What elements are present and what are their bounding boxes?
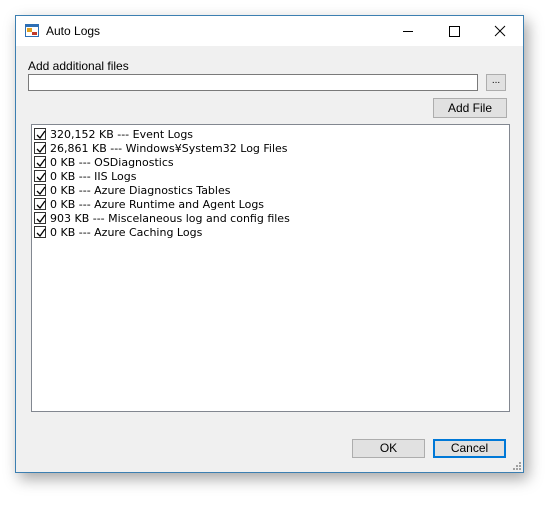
list-item-label: 26,861 KB --- Windows¥System32 Log Files [50, 141, 288, 155]
checkmark-icon [36, 158, 46, 168]
checkbox[interactable] [34, 198, 46, 210]
checkmark-icon [36, 186, 46, 196]
title-bar[interactable]: Auto Logs [16, 16, 523, 46]
checkmark-icon [36, 172, 46, 182]
list-item[interactable]: 0 KB --- OSDiagnostics [34, 155, 174, 169]
minimize-icon [403, 31, 413, 32]
list-item[interactable]: 0 KB --- Azure Caching Logs [34, 225, 202, 239]
checkmark-icon [36, 200, 46, 210]
checkbox[interactable] [34, 184, 46, 196]
ok-button[interactable]: OK [352, 439, 425, 458]
browse-button[interactable]: ... [486, 74, 506, 91]
auto-logs-window: Auto Logs Add additional files ... Add F… [15, 15, 524, 473]
list-item-label: 0 KB --- IIS Logs [50, 169, 137, 183]
log-list[interactable]: 320,152 KB --- Event Logs 26,861 KB --- … [31, 124, 510, 412]
checkbox[interactable] [34, 128, 46, 140]
list-item-label: 0 KB --- Azure Diagnostics Tables [50, 183, 231, 197]
list-item[interactable]: 0 KB --- Azure Diagnostics Tables [34, 183, 230, 197]
checkmark-icon [36, 214, 46, 224]
list-item-label: 0 KB --- Azure Caching Logs [50, 225, 203, 239]
maximize-icon [449, 26, 460, 37]
app-icon [25, 24, 39, 37]
list-item[interactable]: 26,861 KB --- Windows¥System32 Log Files [34, 141, 288, 155]
close-icon [494, 25, 506, 37]
checkbox[interactable] [34, 142, 46, 154]
list-item[interactable]: 320,152 KB --- Event Logs [34, 127, 193, 141]
cancel-button[interactable]: Cancel [433, 439, 506, 458]
checkmark-icon [36, 144, 46, 154]
list-item-label: 0 KB --- Azure Runtime and Agent Logs [50, 197, 265, 211]
checkbox[interactable] [34, 156, 46, 168]
add-files-label: Add additional files [28, 59, 129, 73]
checkbox[interactable] [34, 170, 46, 182]
list-item[interactable]: 903 KB --- Miscelaneous log and config f… [34, 211, 290, 225]
add-file-button[interactable]: Add File [433, 98, 507, 118]
list-item[interactable]: 0 KB --- Azure Runtime and Agent Logs [34, 197, 264, 211]
maximize-button[interactable] [431, 16, 477, 46]
list-item-label: 903 KB --- Miscelaneous log and config f… [50, 211, 290, 225]
minimize-button[interactable] [385, 16, 431, 46]
list-item-label: 0 KB --- OSDiagnostics [50, 155, 174, 169]
checkmark-icon [36, 130, 46, 140]
checkbox[interactable] [34, 212, 46, 224]
window-title: Auto Logs [46, 24, 101, 38]
close-button[interactable] [477, 16, 523, 46]
list-item[interactable]: 0 KB --- IIS Logs [34, 169, 137, 183]
resize-grip-icon[interactable] [512, 461, 522, 471]
list-item-label: 320,152 KB --- Event Logs [50, 127, 194, 141]
checkmark-icon [36, 228, 46, 238]
file-path-input[interactable] [28, 74, 478, 91]
checkbox[interactable] [34, 226, 46, 238]
